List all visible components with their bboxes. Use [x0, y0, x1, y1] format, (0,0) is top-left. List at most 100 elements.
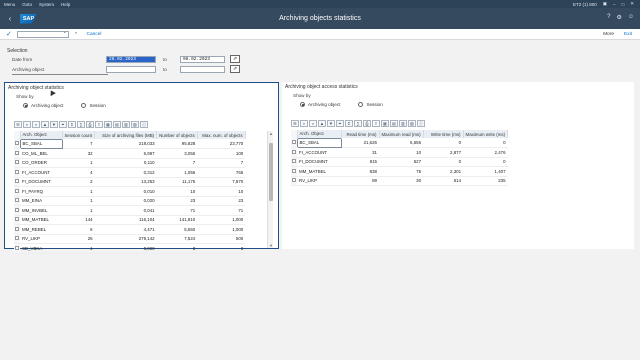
menu-item-system[interactable]: System: [39, 2, 54, 7]
cell-value[interactable]: 6,997: [94, 148, 157, 159]
cell-value[interactable]: 765: [197, 167, 246, 178]
cell-value[interactable]: 0: [463, 138, 508, 148]
column-header[interactable]: Write time (ms): [423, 130, 464, 138]
table-row[interactable]: MM_MATBEL 838 75 2,301 1,407: [291, 166, 508, 177]
cell-arch-object[interactable]: MM_REBEL: [20, 224, 62, 235]
cell-value[interactable]: 815: [341, 157, 379, 167]
cell-value[interactable]: 10: [156, 186, 198, 197]
cell-value[interactable]: 10: [197, 186, 246, 197]
cell-value[interactable]: 23,770: [197, 139, 246, 149]
column-header[interactable]: Arch. Object: [297, 130, 342, 138]
column-header[interactable]: Size of archiving files (MB): [94, 131, 158, 139]
cell-arch-object[interactable]: FI_DOCUMNT: [20, 177, 62, 187]
command-field[interactable]: [16, 29, 69, 38]
column-header[interactable]: Number of objects: [156, 131, 198, 139]
row-select-box[interactable]: [292, 168, 296, 173]
cancel-button[interactable]: Cancel: [87, 32, 102, 37]
subtotal-icon[interactable]: ∑: [77, 121, 85, 128]
row-select-box[interactable]: [292, 149, 296, 154]
cell-arch-object[interactable]: FI_ACCOUNT: [20, 167, 62, 178]
sort-desc-icon[interactable]: ▼: [327, 120, 335, 127]
view-icon[interactable]: ▦: [381, 120, 389, 127]
cell-arch-object[interactable]: SD_VBKA: [20, 243, 62, 254]
cell-value[interactable]: 2,476: [463, 147, 508, 158]
cell-value[interactable]: 3,056: [156, 148, 198, 159]
cell-value[interactable]: 2,301: [423, 166, 464, 177]
cell-arch-object[interactable]: CO_ML_BEL: [20, 148, 62, 159]
row-select-box[interactable]: [15, 207, 19, 212]
scroll-up-icon[interactable]: ▲: [268, 131, 274, 136]
cell-value[interactable]: 614: [423, 176, 464, 186]
cell-value[interactable]: 1: [62, 205, 95, 216]
table-row[interactable]: RV_LIKP 89 30 614 235: [291, 176, 508, 186]
cell-arch-object[interactable]: MM_EINA: [20, 196, 62, 206]
graphic-icon[interactable]: ▨: [408, 120, 416, 127]
radio-session[interactable]: Session: [81, 103, 106, 108]
sort-desc-icon[interactable]: ▼: [50, 121, 58, 128]
cell-arch-object[interactable]: MM_MATBEL: [297, 166, 341, 177]
row-select-box[interactable]: [15, 179, 19, 184]
cell-value[interactable]: 1,000: [197, 224, 246, 235]
info-icon[interactable]: ⓘ: [417, 120, 425, 127]
row-select-box[interactable]: [15, 245, 19, 250]
cell-value[interactable]: 235: [463, 176, 508, 186]
column-header[interactable]: Read time (ms): [341, 130, 380, 138]
cell-value[interactable]: 0,020: [94, 243, 157, 254]
cell-value[interactable]: 4,471: [94, 224, 157, 235]
find-icon[interactable]: ⌕: [300, 120, 308, 127]
multiple-selection-object-icon[interactable]: ⇗: [230, 65, 240, 73]
cell-value[interactable]: 7,524: [156, 234, 198, 244]
table-row[interactable]: MM_EINA 1 0,020 23 23: [14, 196, 246, 206]
cell-value[interactable]: 2,877: [423, 147, 464, 158]
cell-arch-object[interactable]: FI_DOCUMNT: [297, 157, 341, 167]
radio-archiving-object[interactable]: Archiving object: [300, 102, 340, 107]
cell-value[interactable]: 3: [156, 243, 198, 254]
cell-value[interactable]: 95,828: [156, 139, 198, 149]
date-to-field[interactable]: 08.02.2023: [180, 56, 225, 63]
sort-asc-icon[interactable]: ▲: [318, 120, 326, 127]
row-select-box[interactable]: [15, 160, 19, 165]
cell-value[interactable]: 71: [197, 205, 246, 216]
cell-value[interactable]: 6,556: [379, 138, 424, 148]
archiving-object-to-field[interactable]: [180, 66, 225, 73]
row-select-box[interactable]: [15, 198, 19, 203]
multiple-selection-date-icon[interactable]: ⇗: [230, 55, 240, 63]
cell-value[interactable]: 7: [156, 158, 198, 168]
cell-value[interactable]: 2: [62, 177, 95, 187]
graphic-icon[interactable]: ▨: [131, 121, 139, 128]
cell-value[interactable]: 279,142: [94, 234, 157, 244]
cell-value[interactable]: 0: [423, 138, 464, 148]
cell-value[interactable]: 75: [379, 166, 424, 177]
cell-value[interactable]: 10: [379, 147, 424, 158]
find-icon[interactable]: ⌕: [23, 121, 31, 128]
sum-icon[interactable]: Σ: [68, 121, 76, 128]
cell-arch-object[interactable]: FI_PAYRQ: [20, 186, 62, 197]
cell-value[interactable]: 7: [62, 139, 95, 149]
cell-value[interactable]: 0: [423, 157, 464, 167]
cell-value[interactable]: 11,176: [156, 177, 198, 187]
cell-value[interactable]: 23: [156, 196, 198, 206]
cell-value[interactable]: 7: [197, 158, 246, 168]
minimize-icon[interactable]: –: [613, 2, 616, 7]
cell-value[interactable]: 1: [62, 186, 95, 197]
menu-item-menu[interactable]: Menu: [4, 2, 15, 7]
cell-value[interactable]: 6: [62, 224, 95, 235]
table-row[interactable]: BC_SBAL 21,626 6,556 0 0: [291, 137, 508, 148]
row-select-box[interactable]: [15, 150, 19, 155]
cell-value[interactable]: 4: [62, 167, 95, 178]
row-select-box[interactable]: [15, 188, 19, 193]
cell-value[interactable]: 7,870: [197, 177, 246, 187]
vertical-scrollbar[interactable]: ▲ ▼: [267, 131, 273, 248]
cell-value[interactable]: 71: [156, 205, 198, 216]
row-select-box[interactable]: [15, 236, 19, 241]
radio-session[interactable]: Session: [358, 102, 383, 107]
cell-value[interactable]: 1,056: [156, 167, 198, 178]
row-select-box[interactable]: [292, 178, 296, 183]
layout-select-icon[interactable]: ▥: [122, 121, 130, 128]
table-row[interactable]: FI_DOCUMNT 815 527 0 0: [291, 157, 508, 167]
menu-item-help[interactable]: Help: [61, 2, 70, 7]
cell-value[interactable]: 141,810: [156, 215, 198, 225]
table-row[interactable]: CO_ML_BEL 32 6,997 3,056 100: [14, 148, 246, 159]
cell-arch-object[interactable]: FI_ACCOUNT: [297, 147, 341, 158]
export-icon[interactable]: ⇪: [372, 120, 380, 127]
